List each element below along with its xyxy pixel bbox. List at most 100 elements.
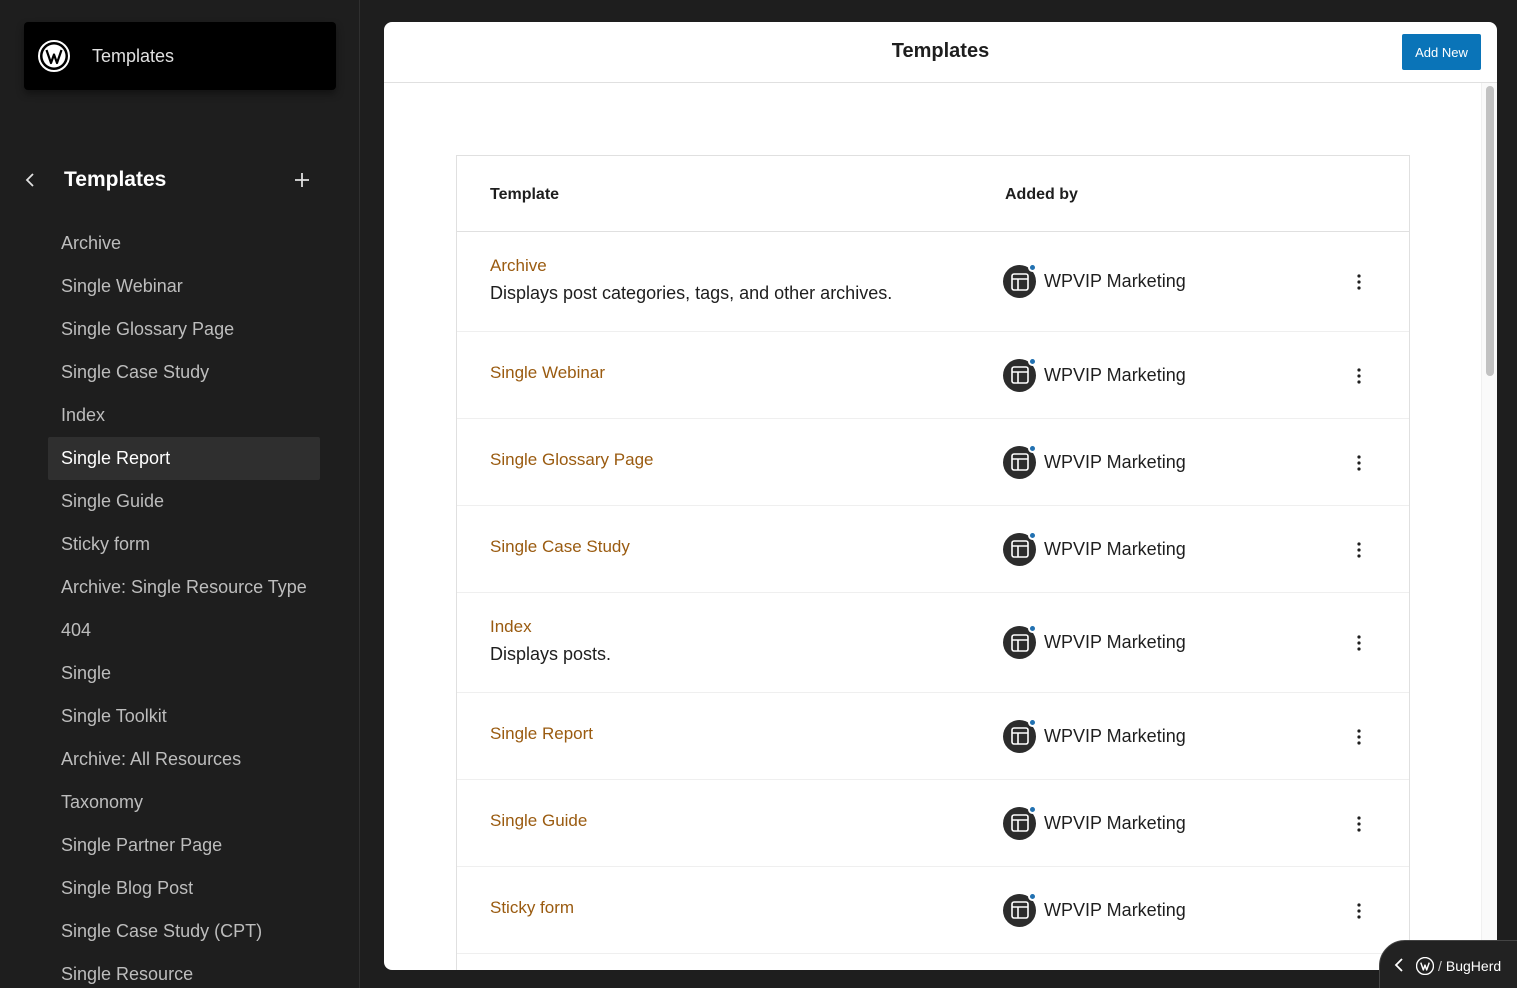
sidebar-item[interactable]: Single Glossary Page <box>48 308 320 351</box>
template-part-avatar-icon <box>1003 443 1037 479</box>
template-title-link[interactable]: Single Case Study <box>490 537 630 557</box>
sidebar-item[interactable]: Single Case Study (CPT) <box>48 910 320 953</box>
template-title-link[interactable]: Single Report <box>490 724 593 744</box>
more-actions-icon[interactable] <box>1347 725 1371 749</box>
author-name: WPVIP Marketing <box>1044 725 1186 746</box>
site-hub[interactable]: Templates <box>24 22 336 90</box>
added-by-cell: WPVIP Marketing <box>1003 804 1186 840</box>
status-dot-icon <box>1028 891 1037 901</box>
template-part-avatar-icon <box>1003 530 1037 566</box>
sidebar-item[interactable]: Single Guide <box>48 480 320 523</box>
sidebar-item[interactable]: Single Toolkit <box>48 695 320 738</box>
table-body: Archive Displays post categories, tags, a… <box>457 232 1409 954</box>
table-row: Single Guide WPVIP Marketing <box>457 780 1409 867</box>
navigation-header: Templates <box>0 160 359 200</box>
sidebar: Templates Templates Archive Single Webina… <box>0 0 360 988</box>
more-actions-icon[interactable] <box>1347 899 1371 923</box>
status-dot-icon <box>1028 624 1037 633</box>
table-row: Archive Displays post categories, tags, a… <box>457 232 1409 332</box>
table-row: Sticky form WPVIP Marketing <box>457 867 1409 954</box>
sidebar-item[interactable]: Single Case Study <box>48 351 320 394</box>
templates-frame: Templates Add New Template Added by Arch… <box>384 22 1497 970</box>
added-by-cell: WPVIP Marketing <box>1003 356 1186 392</box>
sidebar-item[interactable]: Single Resource <box>48 953 320 988</box>
bugherd-separator: / <box>1438 958 1442 974</box>
sidebar-item[interactable]: Sticky form <box>48 523 320 566</box>
added-by-cell: WPVIP Marketing <box>1003 530 1186 566</box>
status-dot-icon <box>1028 804 1037 814</box>
sidebar-item[interactable]: Single Partner Page <box>48 824 320 867</box>
template-part-avatar-icon <box>1003 804 1037 840</box>
sidebar-item[interactable]: Taxonomy <box>48 781 320 824</box>
sidebar-item[interactable]: Archive: Single Resource Type <box>48 566 320 609</box>
more-actions-icon[interactable] <box>1347 451 1371 475</box>
templates-table: Template Added by Archive Displays post c… <box>456 155 1410 970</box>
template-title-link[interactable]: Archive <box>490 256 547 276</box>
more-actions-icon[interactable] <box>1347 538 1371 562</box>
site-title: Templates <box>92 45 175 66</box>
back-chevron-icon[interactable] <box>18 168 42 192</box>
table-row: Single Webinar WPVIP Marketing <box>457 332 1409 419</box>
added-by-cell: WPVIP Marketing <box>1003 443 1186 479</box>
wordpress-logo-icon[interactable] <box>38 40 70 72</box>
author-name: WPVIP Marketing <box>1044 899 1186 920</box>
sidebar-item[interactable]: Single <box>48 652 320 695</box>
more-actions-icon[interactable] <box>1347 364 1371 388</box>
author-name: WPVIP Marketing <box>1044 632 1186 652</box>
more-actions-icon[interactable] <box>1347 631 1371 655</box>
more-actions-icon[interactable] <box>1347 270 1371 294</box>
template-part-avatar-icon <box>1003 356 1037 392</box>
added-by-cell: WPVIP Marketing <box>1003 624 1186 659</box>
author-name: WPVIP Marketing <box>1044 451 1186 472</box>
author-name: WPVIP Marketing <box>1044 271 1186 291</box>
template-part-avatar-icon <box>1003 891 1037 927</box>
template-title-link[interactable]: Single Glossary Page <box>490 450 653 470</box>
sidebar-item[interactable]: Index <box>48 394 320 437</box>
sidebar-item[interactable]: Single Webinar <box>48 265 320 308</box>
table-row: Single Report WPVIP Marketing <box>457 693 1409 780</box>
sidebar-item[interactable]: Single Report <box>48 437 320 480</box>
author-name: WPVIP Marketing <box>1044 364 1186 385</box>
status-dot-icon <box>1028 717 1037 727</box>
frame-header: Templates Add New <box>384 22 1497 83</box>
status-dot-icon <box>1028 356 1037 366</box>
bugherd-tab[interactable]: / BugHerd <box>1379 940 1517 988</box>
author-name: WPVIP Marketing <box>1044 812 1186 833</box>
page-title: Templates <box>891 40 990 62</box>
table-row: Index Displays posts. WPVIP Marketing <box>457 593 1409 693</box>
template-description: Displays posts. <box>490 644 612 664</box>
template-title-link[interactable]: Single Webinar <box>490 363 605 383</box>
template-title-link[interactable]: Index <box>490 617 532 637</box>
table-row: Single Case Study WPVIP Marketing <box>457 506 1409 593</box>
added-by-cell: WPVIP Marketing <box>1003 891 1186 927</box>
sidebar-item[interactable]: Single Blog Post <box>48 867 320 910</box>
scrollbar-thumb[interactable] <box>1486 86 1494 376</box>
status-dot-icon <box>1028 263 1037 272</box>
add-template-plus-icon[interactable] <box>290 168 314 192</box>
column-header-added-by: Added by <box>1005 186 1078 203</box>
sidebar-item[interactable]: 404 <box>48 609 320 652</box>
template-description: Displays post categories, tags, and othe… <box>490 283 893 303</box>
template-part-avatar-icon <box>1003 263 1037 298</box>
template-part-avatar-icon <box>1003 624 1037 659</box>
column-header-template: Template <box>490 186 560 203</box>
bugherd-label: BugHerd <box>1445 958 1502 974</box>
status-dot-icon <box>1028 443 1037 453</box>
template-nav-list: Archive Single Webinar Single Glossary Pag… <box>48 222 320 988</box>
sidebar-item[interactable]: Archive <box>48 222 320 265</box>
template-title-link[interactable]: Single Guide <box>490 811 587 831</box>
author-name: WPVIP Marketing <box>1044 538 1186 559</box>
table-header: Template Added by <box>457 156 1409 232</box>
template-title-link[interactable]: Sticky form <box>490 898 574 918</box>
status-dot-icon <box>1028 530 1037 540</box>
template-part-avatar-icon <box>1003 717 1037 753</box>
more-actions-icon[interactable] <box>1347 812 1371 836</box>
navigation-title: Templates <box>64 168 167 191</box>
wordpress-small-icon <box>1416 957 1434 975</box>
table-row: Single Glossary Page WPVIP Marketing <box>457 419 1409 506</box>
added-by-cell: WPVIP Marketing <box>1003 717 1186 753</box>
chevron-left-icon[interactable] <box>1394 957 1404 975</box>
sidebar-item[interactable]: Archive: All Resources <box>48 738 320 781</box>
add-new-button[interactable]: Add New <box>1402 34 1481 70</box>
added-by-cell: WPVIP Marketing <box>1003 263 1186 298</box>
